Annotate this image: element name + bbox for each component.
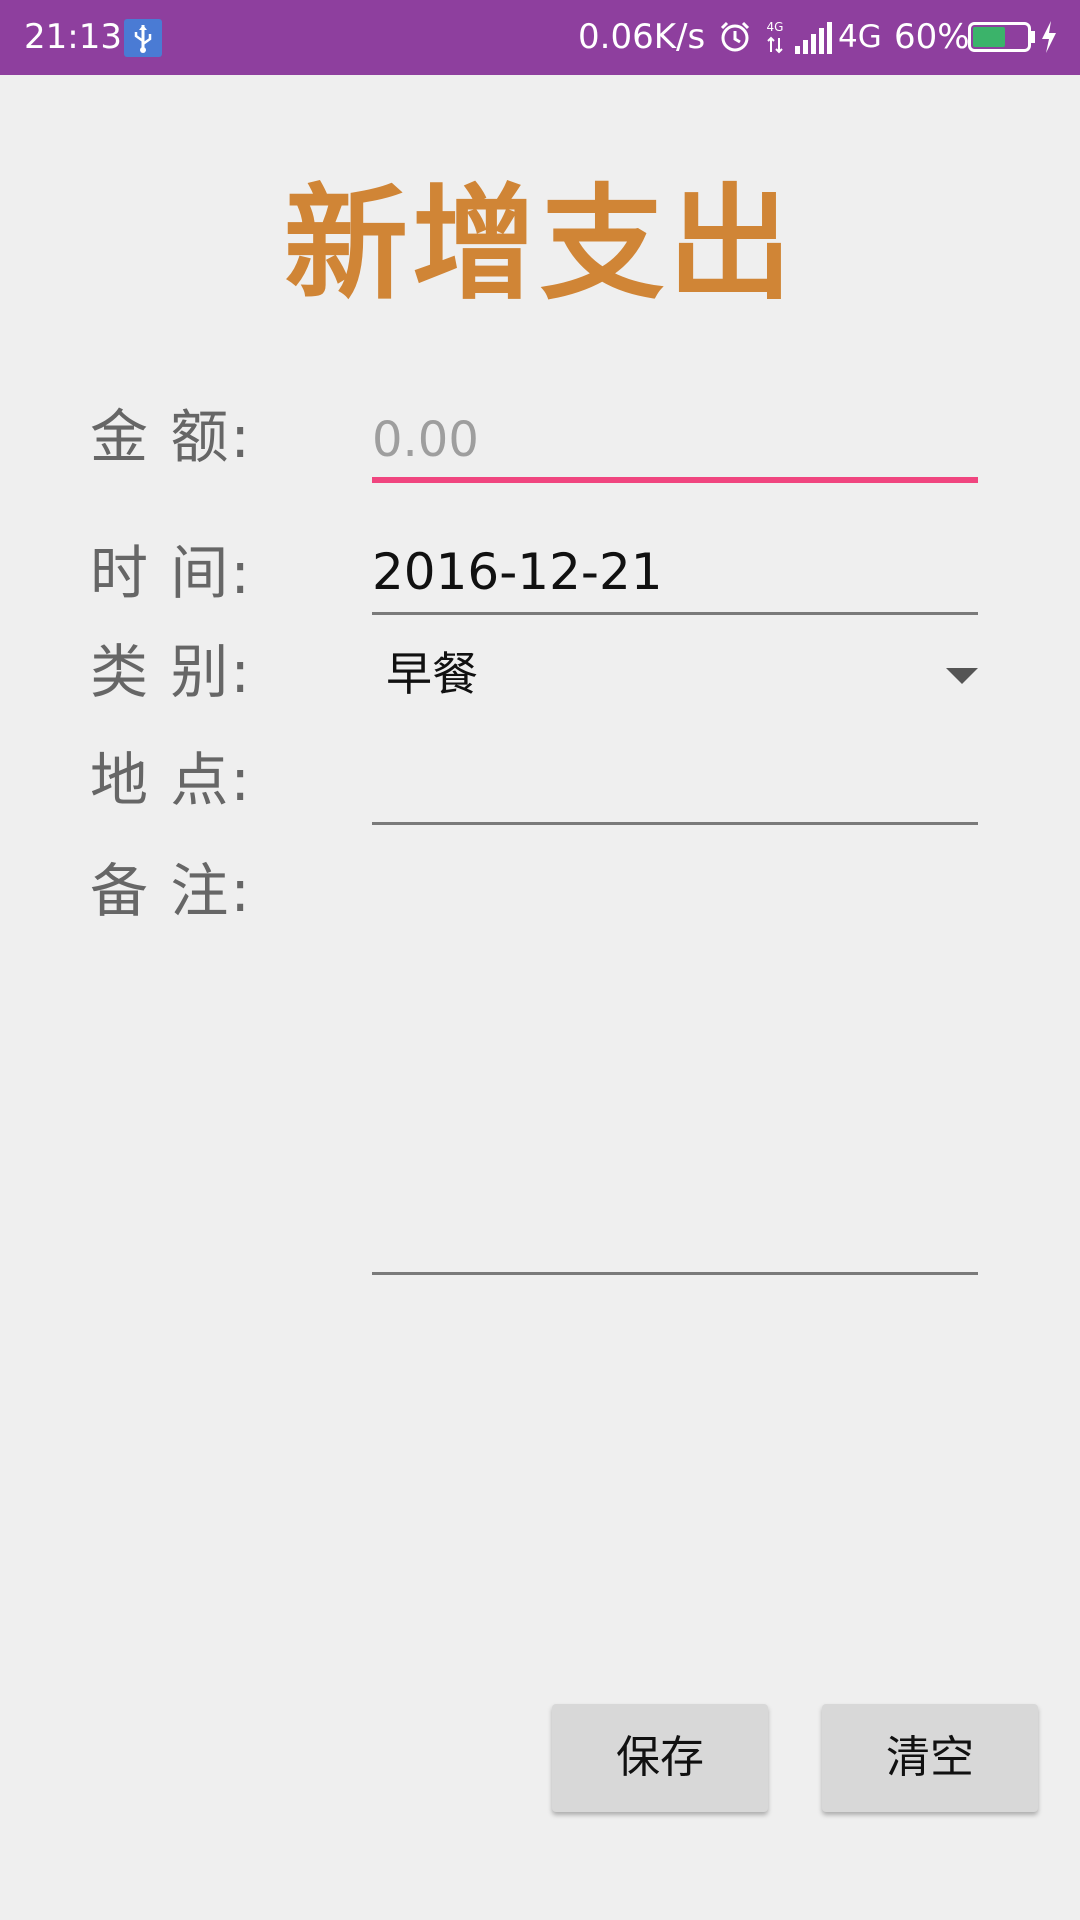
location-label: 地 点: [90, 746, 252, 814]
category-label: 类 别: [90, 638, 252, 706]
network-type: 4G [838, 19, 882, 55]
category-dropdown[interactable]: 早餐 [372, 640, 978, 712]
location-underline [372, 822, 978, 825]
svg-text:4G: 4G [767, 20, 784, 34]
battery-level-fill [973, 27, 1005, 47]
data-4g-icon: 4G [767, 20, 784, 54]
date-label: 时 间: [90, 539, 252, 607]
note-underline [372, 1272, 978, 1275]
page-title: 新增支出 [283, 173, 796, 317]
status-bar: 21:13 0.06K/s 4G 4G 60% [0, 0, 1080, 75]
signal-icon [795, 22, 832, 54]
amount-underline [372, 477, 978, 483]
charging-icon [1042, 21, 1056, 53]
alarm-icon [720, 21, 750, 52]
clear-button[interactable]: 清空 [822, 1704, 1038, 1812]
status-time: 21:13 [24, 17, 122, 57]
date-field[interactable]: 2016-12-21 [372, 540, 663, 604]
note-textarea[interactable] [372, 860, 978, 1270]
dropdown-arrow-icon [946, 668, 978, 684]
note-label: 备 注: [90, 857, 252, 925]
category-selected-value: 早餐 [386, 647, 478, 701]
battery-percent: 60% [894, 17, 970, 57]
amount-label: 金 额: [90, 403, 252, 471]
date-underline [372, 612, 978, 615]
location-input[interactable] [372, 748, 978, 818]
battery-icon [968, 22, 1035, 52]
save-button[interactable]: 保存 [552, 1704, 768, 1812]
add-expense-screen: 21:13 0.06K/s 4G 4G 60% 新增支出 金 额: 0.00 时… [0, 0, 1080, 1920]
usb-icon [124, 19, 162, 57]
amount-input[interactable] [372, 405, 978, 475]
network-speed: 0.06K/s [578, 17, 706, 57]
